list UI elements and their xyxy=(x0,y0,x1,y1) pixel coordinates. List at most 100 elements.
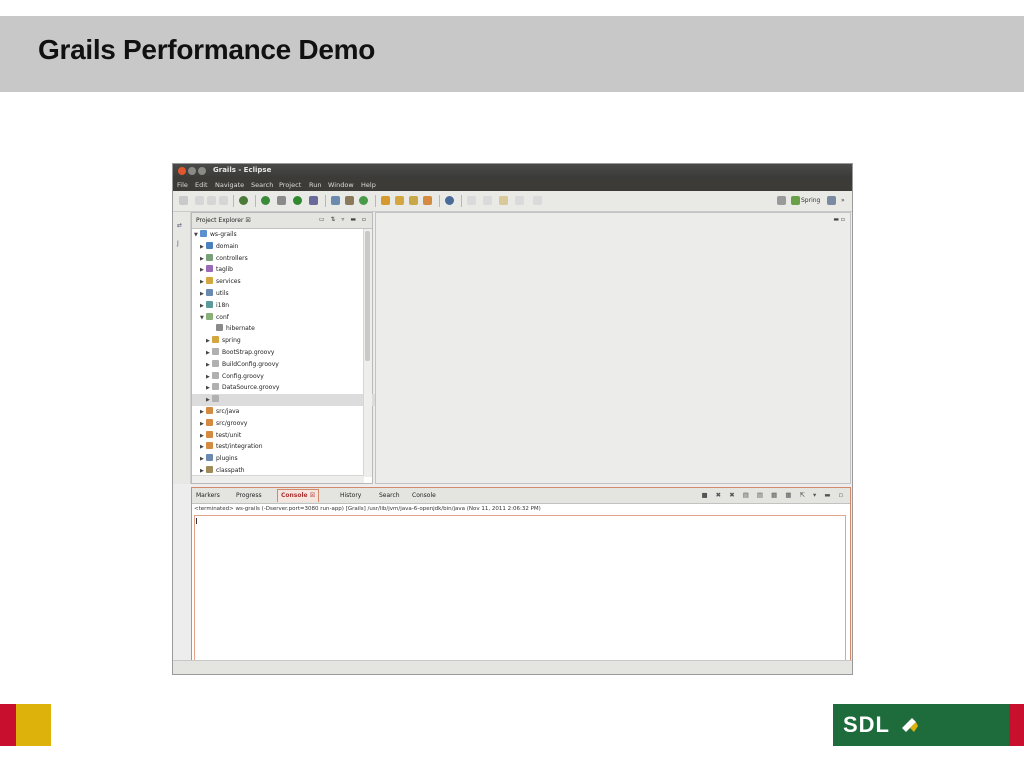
tree-item-label: utils xyxy=(216,290,229,297)
back-icon[interactable] xyxy=(499,196,508,205)
java-icon[interactable]: J xyxy=(177,240,185,248)
grails-icon[interactable] xyxy=(239,196,248,205)
perspective-spring-label[interactable]: Spring xyxy=(801,197,820,204)
tab-console[interactable]: Console xyxy=(412,492,436,499)
window-maximize-button[interactable] xyxy=(198,167,206,175)
text-caret xyxy=(196,518,197,524)
next-annotation-icon[interactable] xyxy=(467,196,476,205)
toolbar-separator xyxy=(461,195,462,207)
open-type-icon[interactable] xyxy=(331,196,340,205)
run-icon[interactable] xyxy=(293,196,302,205)
groovy-file-icon xyxy=(212,395,219,403)
pin-icon[interactable] xyxy=(533,196,542,205)
save-icon[interactable] xyxy=(195,196,204,205)
tree-item[interactable]: ▶ domain xyxy=(192,241,372,253)
tree-item-label: plugins xyxy=(216,455,238,463)
tab-console[interactable]: Console ☒ xyxy=(277,489,320,502)
globe-icon[interactable] xyxy=(445,196,454,205)
tab-search[interactable]: Search xyxy=(379,492,400,499)
tree-item[interactable]: ▶ test/integration xyxy=(192,441,372,453)
menu-window[interactable]: Window xyxy=(328,181,354,189)
window-titlebar: Grails - Eclipse xyxy=(173,164,852,178)
window-close-button[interactable] xyxy=(178,167,186,175)
tree-item[interactable]: ▶ i18n xyxy=(192,300,372,312)
view-menu-icons[interactable]: ▭ ⇅ ▿ ▬ ▫ xyxy=(319,216,368,223)
open-resource-icon[interactable] xyxy=(345,196,354,205)
editor-minimize-maximize-icons[interactable]: ▬ ▫ xyxy=(833,216,845,223)
build-icon[interactable] xyxy=(381,196,390,205)
external-tools-icon[interactable] xyxy=(277,196,286,205)
tree-item[interactable]: ▶ spring xyxy=(192,335,378,347)
project-explorer-tab[interactable]: Project Explorer ☒ ▭ ⇅ ▿ ▬ ▫ xyxy=(192,213,372,229)
tree-item[interactable]: ▶ src/java xyxy=(192,406,372,418)
previous-annotation-icon[interactable] xyxy=(483,196,492,205)
more-perspectives-icon[interactable]: » xyxy=(841,197,845,204)
menu-project[interactable]: Project xyxy=(279,181,301,189)
bottom-panel-tabs: ■ ✖ ✖ ▤ ▤ ▦ ▦ ⇱ ▾ ▬ ▫ Markers Progress Con… xyxy=(192,488,850,504)
window-minimize-button[interactable] xyxy=(188,167,196,175)
new-icon[interactable] xyxy=(179,196,188,205)
console-output[interactable] xyxy=(194,515,846,669)
menu-file[interactable]: File xyxy=(177,181,188,189)
source-folder-icon xyxy=(206,430,213,438)
menu-bar: File Edit Navigate Search Project Run Wi… xyxy=(173,178,852,191)
tree-item[interactable]: ▶ controllers xyxy=(192,253,372,265)
tree-item-label: spring xyxy=(222,337,241,345)
menu-run[interactable]: Run xyxy=(309,181,321,189)
tree-item[interactable]: ▶ taglib xyxy=(192,264,372,276)
explorer-horizontal-scrollbar[interactable] xyxy=(192,475,364,483)
tree-item[interactable]: ▶ test/unit xyxy=(192,430,372,442)
save-all-icon[interactable] xyxy=(207,196,216,205)
tab-history[interactable]: History xyxy=(340,492,361,499)
tree-item[interactable]: ▶ src/groovy xyxy=(192,418,372,430)
tree-item-label: ws-grails xyxy=(210,231,237,238)
open-perspective-icon[interactable] xyxy=(777,196,786,205)
eclipse-window: Grails - Eclipse File Edit Navigate Sear… xyxy=(172,163,853,675)
toolbar-separator xyxy=(325,195,326,207)
print-icon[interactable] xyxy=(219,196,228,205)
scrollbar-thumb[interactable] xyxy=(365,231,370,361)
tree-item[interactable]: ▶ BootStrap.groovy xyxy=(192,347,378,359)
tree-item[interactable]: ▶ plugins xyxy=(192,453,372,465)
tree-item[interactable]: ▶ utils xyxy=(192,288,372,300)
restore-view-icon[interactable]: ⇄ xyxy=(177,222,185,230)
tree-item[interactable]: ▶ BuildConfig.groovy xyxy=(192,359,378,371)
spring-perspective-icon[interactable] xyxy=(791,196,800,205)
sdl-logo-mark-icon xyxy=(902,718,918,732)
tree-item-label: Config.groovy xyxy=(222,372,264,380)
tree-item-label: src/java xyxy=(216,408,240,415)
package-icon[interactable] xyxy=(395,196,404,205)
utils-icon xyxy=(206,289,213,296)
debug-icon[interactable] xyxy=(261,196,270,205)
wand-icon[interactable] xyxy=(409,196,418,205)
explorer-vertical-scrollbar[interactable] xyxy=(363,229,372,477)
menu-search[interactable]: Search xyxy=(251,181,273,189)
tree-item[interactable]: hibernate xyxy=(192,323,382,335)
menu-help[interactable]: Help xyxy=(361,181,376,189)
tree-item[interactable]: ▼ conf xyxy=(192,312,372,324)
tree-item[interactable]: ▶ services xyxy=(192,276,372,288)
brand-stripe-red-right xyxy=(1009,704,1024,746)
gear-icon[interactable] xyxy=(359,196,368,205)
menu-edit[interactable]: Edit xyxy=(195,181,208,189)
project-explorer-view: Project Explorer ☒ ▭ ⇅ ▿ ▬ ▫ ▼ ws-grails ▶… xyxy=(191,212,378,484)
deploy-icon[interactable] xyxy=(423,196,432,205)
console-toolbar-icons[interactable]: ■ ✖ ✖ ▤ ▤ ▦ ▦ ⇱ ▾ ▬ ▫ xyxy=(701,491,846,499)
forward-icon[interactable] xyxy=(515,196,524,205)
tab-markers[interactable]: Markers xyxy=(196,492,220,499)
tree-item[interactable]: ▶ DataSource.groovy xyxy=(192,382,378,394)
tree-item[interactable]: ▶ xyxy=(192,394,378,407)
groovy-file-icon xyxy=(212,359,219,367)
search-icon[interactable] xyxy=(309,196,318,205)
tab-progress[interactable]: Progress xyxy=(236,492,262,499)
editor-area[interactable]: ▬ ▫ xyxy=(375,212,851,484)
menu-navigate[interactable]: Navigate xyxy=(215,181,244,189)
project-explorer-tab-label: Project Explorer ☒ xyxy=(196,217,251,224)
package-icon xyxy=(212,336,219,344)
project-icon xyxy=(200,230,207,237)
tree-item[interactable]: ▶ Config.groovy xyxy=(192,371,378,383)
toolbar-separator xyxy=(255,195,256,207)
java-perspective-icon[interactable] xyxy=(827,196,836,205)
tree-item[interactable]: ▼ ws-grails xyxy=(192,229,366,241)
controllers-icon xyxy=(206,253,213,261)
